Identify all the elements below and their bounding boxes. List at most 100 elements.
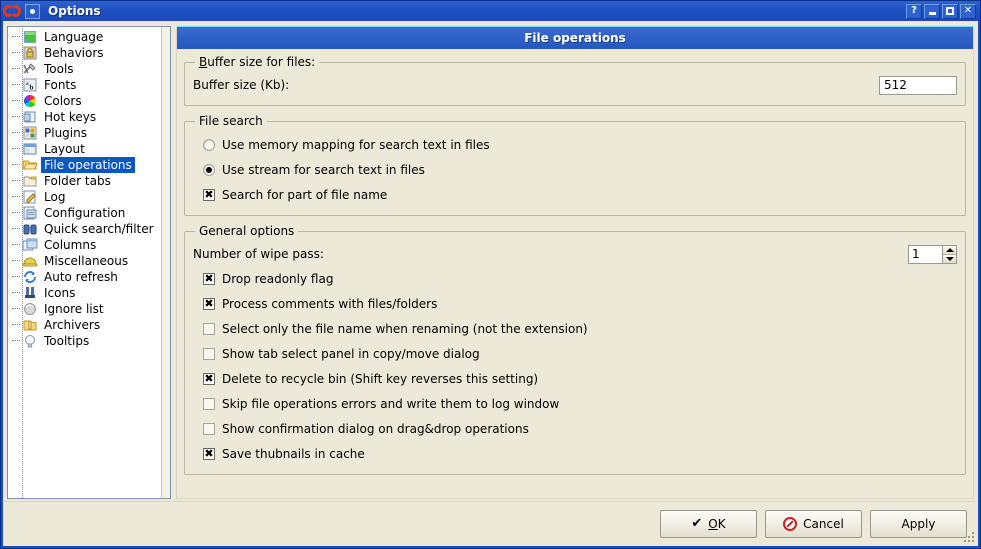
maximize-button[interactable]: [942, 3, 958, 19]
checkbox[interactable]: [203, 322, 215, 335]
sidebar-item-label: Fonts: [44, 78, 77, 92]
settings-tree[interactable]: Language Behaviors Tools a b Fonts Colors Hot k…: [8, 27, 161, 498]
file-search-options: Use memory mapping for search text in fi…: [193, 132, 957, 207]
option-label: Show confirmation dialog on drag&drop op…: [222, 421, 529, 436]
checkbox-option-2[interactable]: Select only the file name when renaming …: [193, 316, 957, 341]
checkbox[interactable]: [203, 397, 215, 410]
sidebar-item-label: Layout: [44, 142, 85, 156]
checkbox-option-5[interactable]: Skip file operations errors and write th…: [193, 391, 957, 416]
cancel-button-label: Cancel: [803, 516, 844, 531]
sidebar-item-plugins[interactable]: Plugins: [12, 125, 161, 141]
checkbox-option-2[interactable]: ✖ Search for part of file name: [193, 182, 957, 207]
sidebar-item-ignore-list[interactable]: Ignore list: [12, 301, 161, 317]
checkbox[interactable]: ✖: [203, 188, 215, 201]
wipe-pass-increment[interactable]: [943, 245, 956, 255]
sidebar-item-configuration[interactable]: Configuration: [12, 205, 161, 221]
content-area: Language Behaviors Tools a b Fonts Colors Hot k…: [4, 22, 977, 501]
boots-icon: [22, 286, 38, 301]
wipe-pass-decrement[interactable]: [943, 254, 956, 263]
sidebar-item-log[interactable]: Log: [12, 189, 161, 205]
apply-button[interactable]: Apply: [870, 509, 967, 538]
checkbox[interactable]: ✖: [203, 447, 215, 460]
sidebar-item-label: Configuration: [44, 206, 126, 220]
option-label: Delete to recycle bin (Shift key reverse…: [222, 371, 539, 386]
checkbox[interactable]: ✖: [203, 272, 215, 285]
sidebar-item-label: Behaviors: [44, 46, 104, 60]
buffer-size-group: Buffer size for files: Buffer size (Kb):: [184, 55, 966, 106]
option-label: Select only the file name when renaming …: [222, 321, 588, 336]
gray-ball-icon: [22, 302, 38, 317]
sidebar-item-archivers[interactable]: Archivers: [12, 317, 161, 333]
sidebar-item-label: Quick search/filter: [44, 222, 154, 236]
ok-button-label: OK: [708, 516, 726, 531]
checkbox-option-3[interactable]: Show tab select panel in copy/move dialo…: [193, 341, 957, 366]
help-button[interactable]: ?: [906, 3, 922, 19]
general-options-legend: General options: [199, 224, 295, 238]
buffer-size-input[interactable]: [879, 75, 957, 95]
layout-window-icon: [22, 142, 38, 157]
option-label: Show tab select panel in copy/move dialo…: [222, 346, 480, 361]
checkbox-option-1[interactable]: ✖ Process comments with files/folders: [193, 291, 957, 316]
close-button[interactable]: ✕: [960, 3, 976, 19]
option-label: Use stream for search text in files: [222, 162, 425, 177]
ok-button[interactable]: ✔ OK: [660, 509, 757, 538]
radio-button[interactable]: [203, 138, 215, 151]
checkbox[interactable]: ✖: [203, 372, 215, 385]
sidebar-item-tooltips[interactable]: Tooltips: [12, 333, 161, 349]
refresh-arrows-icon: [22, 270, 38, 285]
sidebar-item-miscellaneous[interactable]: Miscellaneous: [12, 253, 161, 269]
checkbox-option-6[interactable]: Show confirmation dialog on drag&drop op…: [193, 416, 957, 441]
green-flag-icon: [22, 30, 38, 45]
tree-scrollbar[interactable]: [161, 27, 170, 498]
general-options-list: ✖ Drop readonly flag ✖ Process comments wit…: [193, 266, 957, 466]
page-title: File operations: [177, 26, 973, 49]
minimize-button[interactable]: [924, 3, 940, 19]
tools-icon: [22, 62, 38, 77]
sidebar-item-layout[interactable]: Layout: [12, 141, 161, 157]
sidebar-item-label: Tooltips: [44, 334, 90, 348]
sidebar-item-fonts[interactable]: a b Fonts: [12, 77, 161, 93]
pencil-note-icon: [22, 190, 38, 205]
resize-grip[interactable]: [963, 531, 975, 543]
option-label: Skip file operations errors and write th…: [222, 396, 560, 411]
sidebar-item-auto-refresh[interactable]: Auto refresh: [12, 269, 161, 285]
sidebar-item-columns[interactable]: Columns: [12, 237, 161, 253]
sidebar-item-language[interactable]: Language: [12, 29, 161, 45]
wipe-pass-stepper[interactable]: [908, 244, 957, 264]
buffer-legend-rest: uffer size for files:: [207, 55, 316, 69]
option-label: Save thubnails in cache: [222, 446, 365, 461]
file-search-legend: File search: [199, 114, 263, 128]
option-label: Process comments with files/folders: [222, 296, 438, 311]
checkbox[interactable]: [203, 422, 215, 435]
checkbox[interactable]: ✖: [203, 297, 215, 310]
file-search-group: File search Use memory mapping for searc…: [184, 114, 966, 216]
radio-option-0[interactable]: Use memory mapping for search text in fi…: [193, 132, 957, 157]
sidebar-item-tools[interactable]: Tools: [12, 61, 161, 77]
cancel-button[interactable]: Cancel: [765, 509, 862, 538]
color-wheel-icon: [22, 94, 38, 109]
deny-circle-icon: [783, 516, 798, 531]
checkbox-option-0[interactable]: ✖ Drop readonly flag: [193, 266, 957, 291]
sidebar-item-label: Archivers: [44, 318, 101, 332]
config-doc-icon: [22, 206, 38, 221]
sidebar-item-folder-tabs[interactable]: Folder tabs: [12, 173, 161, 189]
settings-page: File operations Buffer size for files: B…: [176, 26, 974, 499]
folder-tab-icon: [22, 174, 38, 189]
sidebar-item-icons[interactable]: Icons: [12, 285, 161, 301]
lock-icon: [22, 46, 38, 61]
double-c-app-icon: [3, 3, 22, 19]
system-menu-button[interactable]: [25, 3, 40, 19]
sidebar-item-quick-search-filter[interactable]: Quick search/filter: [12, 221, 161, 237]
radio-button[interactable]: [203, 163, 215, 176]
checkbox-option-7[interactable]: ✖ Save thubnails in cache: [193, 441, 957, 466]
window-titlebar: Options ? ✕: [1, 1, 980, 21]
radio-option-1[interactable]: Use stream for search text in files: [193, 157, 957, 182]
wipe-pass-input[interactable]: [908, 244, 942, 264]
sidebar-item-file-operations[interactable]: File operations: [12, 157, 161, 173]
checkbox[interactable]: [203, 347, 215, 360]
buffer-size-label: Buffer size (Kb):: [193, 78, 290, 92]
sidebar-item-colors[interactable]: Colors: [12, 93, 161, 109]
sidebar-item-behaviors[interactable]: Behaviors: [12, 45, 161, 61]
sidebar-item-hot-keys[interactable]: Hot keys: [12, 109, 161, 125]
checkbox-option-4[interactable]: ✖ Delete to recycle bin (Shift key revers…: [193, 366, 957, 391]
